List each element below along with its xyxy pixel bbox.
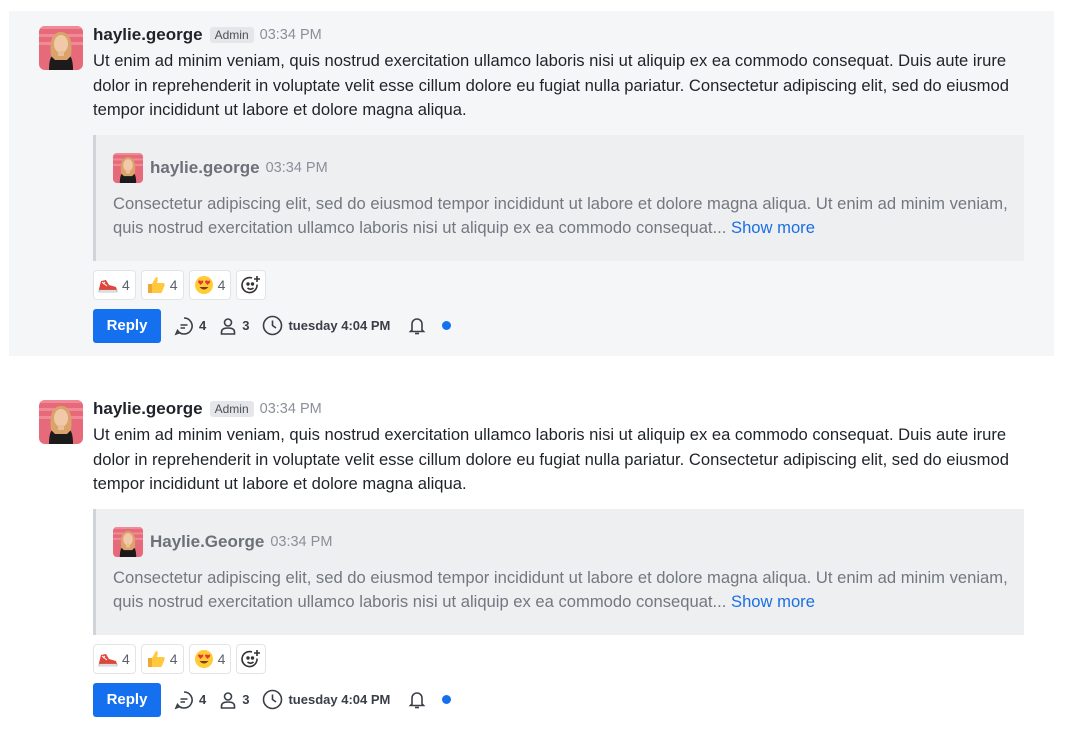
message-actions: Reply 4 3 tuesday 4:04 PM	[93, 682, 1024, 717]
reaction-count: 4	[169, 276, 178, 293]
replies-count: 4	[199, 692, 207, 707]
participants-icon[interactable]	[219, 691, 237, 709]
quote-avatar	[113, 153, 143, 183]
add-reaction-button[interactable]	[236, 269, 267, 300]
reaction-heart-eyes[interactable]: 4	[188, 643, 232, 674]
clock-icon	[262, 315, 283, 336]
message-card: haylie.george Admin 03:34 PM Ut enim ad …	[9, 11, 1054, 356]
reactions-bar: 4 4 4	[93, 643, 1024, 674]
reaction-thumbs-up[interactable]: 4	[140, 643, 184, 674]
show-more-link[interactable]: Show more	[731, 218, 815, 237]
role-badge: Admin	[209, 27, 254, 43]
unread-dot	[442, 321, 452, 330]
heart-eyes-icon	[193, 648, 215, 670]
reaction-sneaker[interactable]: 4	[93, 269, 136, 300]
reaction-count: 4	[122, 276, 130, 293]
bell-icon[interactable]	[408, 690, 426, 710]
quote-username: Haylie.George	[150, 531, 265, 551]
quote-text: Consectetur adipiscing elit, sed do eius…	[113, 567, 1008, 612]
username[interactable]: haylie.george	[93, 25, 203, 45]
quote-timestamp: 03:34 PM	[270, 533, 333, 550]
quote-text: Consectetur adipiscing elit, sed do eius…	[113, 193, 1008, 238]
heart-eyes-icon	[193, 274, 215, 296]
reply-button[interactable]: Reply	[93, 682, 161, 717]
quote-body: Consectetur adipiscing elit, sed do eius…	[113, 192, 1008, 241]
message-header: haylie.george Admin 03:34 PM	[93, 23, 1024, 47]
reaction-count: 4	[217, 276, 226, 293]
reaction-count: 4	[122, 650, 130, 667]
quote-timestamp: 03:34 PM	[265, 159, 328, 176]
reply-button[interactable]: Reply	[93, 308, 161, 343]
replies-icon[interactable]	[174, 690, 194, 710]
last-reply-time: tuesday 4:04 PM	[288, 692, 391, 707]
quoted-message[interactable]: Haylie.George 03:34 PM Consectetur adipi…	[93, 508, 1024, 635]
add-reaction-button[interactable]	[236, 643, 267, 674]
bell-icon[interactable]	[408, 316, 426, 336]
message-card: haylie.george Admin 03:34 PM Ut enim ad …	[9, 385, 1054, 730]
message-body: Ut enim ad minim veniam, quis nostrud ex…	[93, 425, 1009, 493]
sneaker-icon	[97, 648, 119, 670]
avatar[interactable]	[39, 400, 83, 444]
quote-body: Consectetur adipiscing elit, sed do eius…	[113, 566, 1008, 615]
quote-username: haylie.george	[150, 157, 260, 177]
avatar-image	[39, 400, 83, 444]
add-emoji-icon	[241, 649, 261, 667]
thumbs-up-icon	[145, 648, 167, 670]
replies-count: 4	[199, 318, 207, 333]
role-badge: Admin	[209, 401, 254, 417]
timestamp: 03:34 PM	[259, 401, 322, 417]
thumbs-up-icon	[145, 274, 167, 296]
participants-icon[interactable]	[219, 317, 237, 335]
reaction-count: 4	[217, 650, 226, 667]
participants-count: 3	[242, 692, 250, 707]
add-emoji-icon	[241, 275, 261, 293]
message-header: haylie.george Admin 03:34 PM	[93, 397, 1024, 421]
quote-avatar	[113, 527, 143, 557]
timestamp: 03:34 PM	[259, 27, 322, 43]
message-actions: Reply 4 3 tuesday 4:04 PM	[93, 308, 1024, 343]
reaction-count: 4	[169, 650, 178, 667]
reactions-bar: 4 4 4	[93, 269, 1024, 300]
quoted-message[interactable]: haylie.george 03:34 PM Consectetur adipi…	[93, 134, 1024, 261]
replies-icon[interactable]	[174, 316, 194, 336]
avatar-image	[39, 26, 83, 70]
sneaker-icon	[97, 274, 119, 296]
participants-count: 3	[242, 318, 250, 333]
unread-dot	[442, 695, 452, 704]
reaction-heart-eyes[interactable]: 4	[188, 269, 232, 300]
avatar[interactable]	[39, 26, 83, 70]
show-more-link[interactable]: Show more	[731, 592, 815, 611]
reaction-thumbs-up[interactable]: 4	[140, 269, 184, 300]
reaction-sneaker[interactable]: 4	[93, 643, 136, 674]
message-body: Ut enim ad minim veniam, quis nostrud ex…	[93, 51, 1009, 119]
last-reply-time: tuesday 4:04 PM	[288, 318, 391, 333]
clock-icon	[262, 689, 283, 710]
username[interactable]: haylie.george	[93, 399, 203, 419]
